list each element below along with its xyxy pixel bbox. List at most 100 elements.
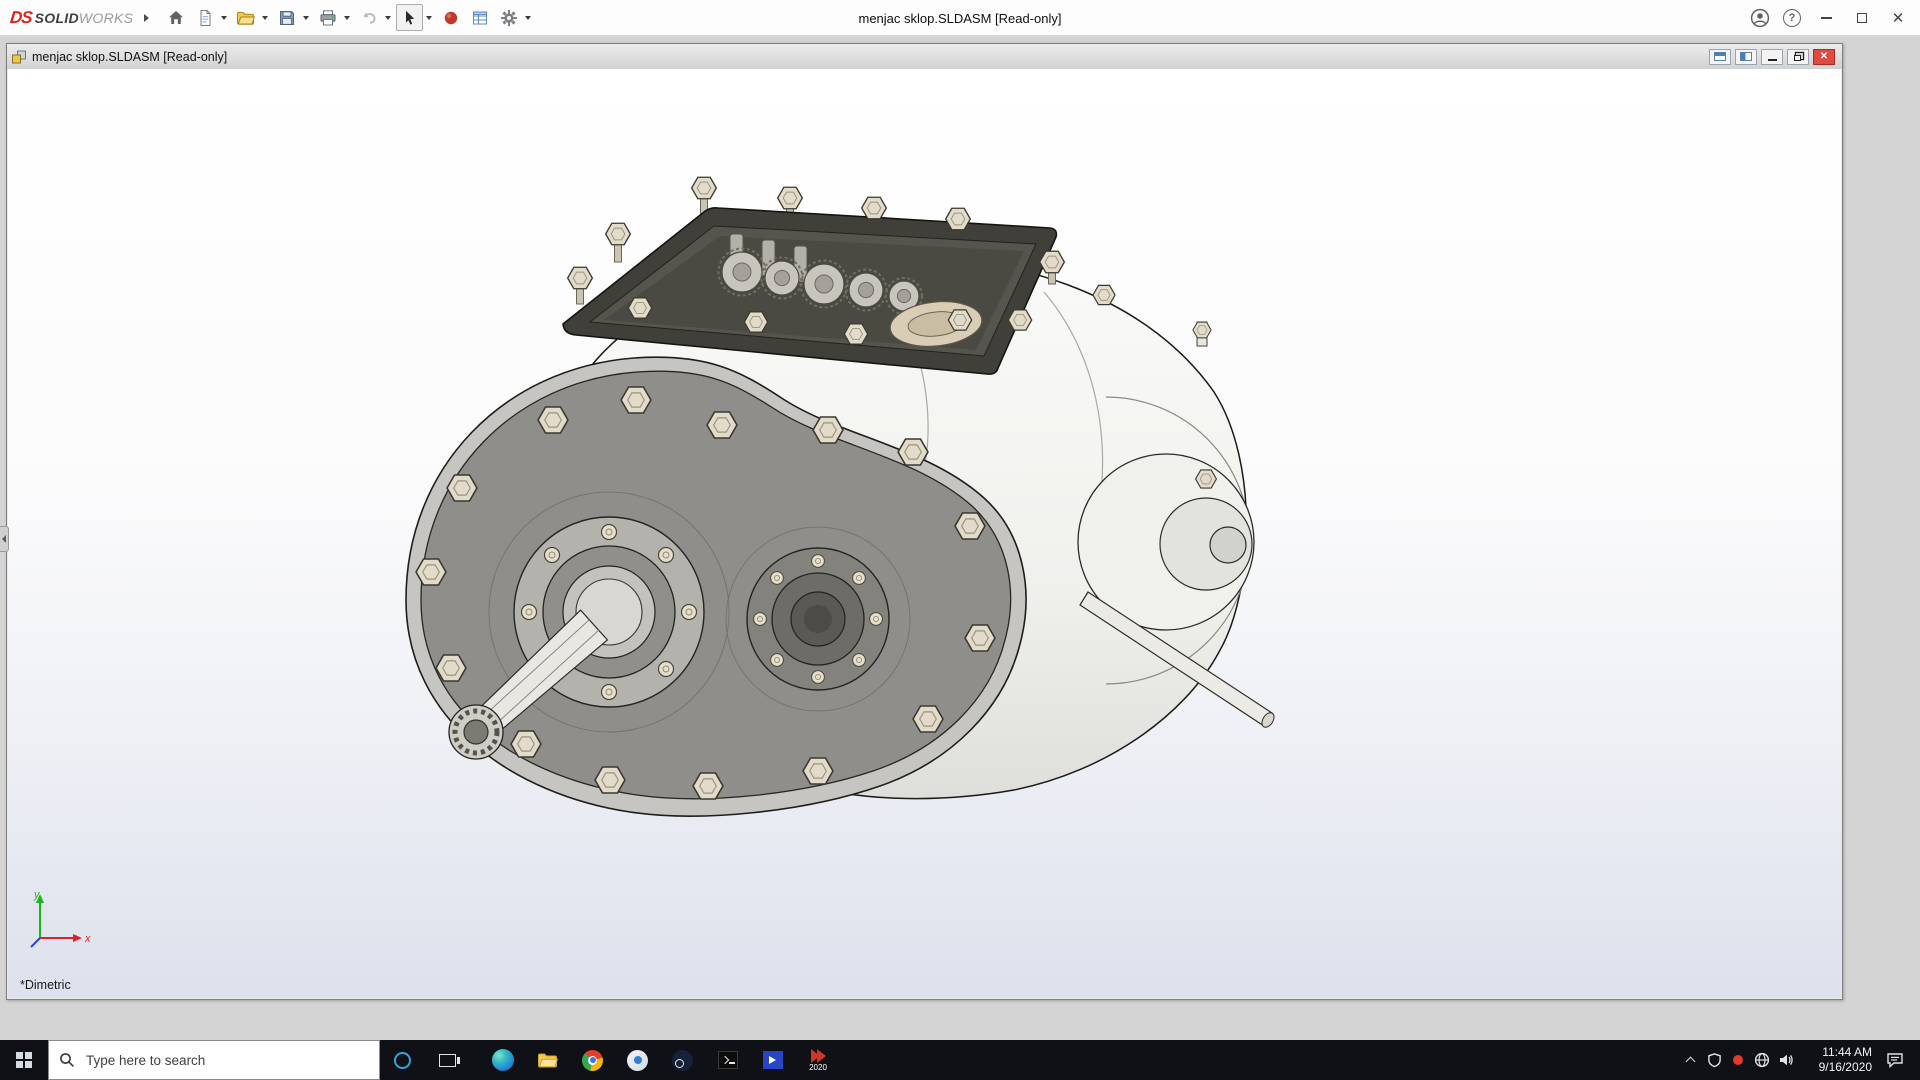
media-player-icon <box>762 1051 783 1069</box>
doc-new-window-button[interactable] <box>1709 48 1731 65</box>
graphics-viewport[interactable]: y x *Dimetric <box>8 69 1841 998</box>
file-explorer-button[interactable] <box>525 1040 570 1080</box>
pinned-apps: 2020 <box>480 1040 841 1080</box>
restore-icon <box>1793 54 1801 61</box>
doc-minimize-button[interactable] <box>1761 48 1783 65</box>
solidworks-year-label: 2020 <box>809 1062 827 1072</box>
orientation-triad: y x <box>26 886 96 950</box>
main-titlebar: DS SOLID WORKS menjac sklop.SLDASM [Read… <box>0 0 1920 36</box>
solidworks-icon <box>810 1048 826 1063</box>
window-split-icon <box>1740 52 1752 61</box>
user-account-icon <box>1750 8 1770 27</box>
open-folder-icon <box>237 11 256 25</box>
edge-button[interactable] <box>480 1040 525 1080</box>
minimize-icon <box>1820 16 1832 19</box>
photos-icon <box>627 1049 648 1071</box>
chrome-button[interactable] <box>570 1040 615 1080</box>
select-arrow-icon <box>405 10 414 25</box>
maximize-icon <box>1857 12 1867 23</box>
new-document-dropdown[interactable] <box>218 4 230 31</box>
close-icon: ✕ <box>1891 9 1905 27</box>
minimize-button[interactable] <box>1808 0 1844 36</box>
featuremanager-collapse-tab[interactable] <box>0 526 9 552</box>
gear-icon <box>500 9 517 26</box>
network-globe-icon <box>1754 1052 1770 1068</box>
home-button[interactable] <box>162 4 189 31</box>
dassault-logo: DS <box>9 7 33 27</box>
cortana-button[interactable] <box>380 1040 425 1080</box>
select-tool-dropdown[interactable] <box>423 4 435 31</box>
close-icon: ✕ <box>1819 51 1829 62</box>
table-grid-icon <box>472 11 487 24</box>
z-axis <box>30 937 41 948</box>
chrome-icon <box>582 1049 603 1071</box>
edge-icon <box>491 1049 514 1071</box>
open-button[interactable] <box>232 4 259 31</box>
brand-solid: SOLID <box>34 9 79 26</box>
volume-tray-button[interactable] <box>1774 1040 1798 1080</box>
client-area: menjac sklop.SLDASM [Read-only] ✕ y x *D… <box>0 36 1920 1040</box>
chevron-up-icon <box>1685 1056 1695 1067</box>
select-tool-button[interactable] <box>396 4 424 31</box>
new-document-icon <box>200 9 211 26</box>
maximize-button[interactable] <box>1844 0 1880 36</box>
windows-taskbar: 2020 11:44 AM 9/16/2020 <box>0 1040 1920 1080</box>
undo-dropdown[interactable] <box>382 4 394 31</box>
radeon-tray-button[interactable] <box>1726 1040 1750 1080</box>
new-document-button[interactable] <box>191 4 218 31</box>
taskbar-clock[interactable]: 11:44 AM 9/16/2020 <box>1798 1040 1876 1080</box>
undo-button[interactable] <box>355 4 382 31</box>
search-icon <box>60 1053 74 1067</box>
design-table-button[interactable] <box>466 4 493 31</box>
quick-access-toolbar <box>161 4 535 31</box>
save-button[interactable] <box>273 4 300 31</box>
task-view-icon <box>439 1053 460 1067</box>
secondary-bearing-boss[interactable] <box>746 547 890 691</box>
save-icon <box>279 10 294 25</box>
help-button[interactable]: ? <box>1776 0 1808 36</box>
steam-icon <box>672 1049 693 1071</box>
chevron-left-icon <box>2 535 6 543</box>
x-axis-label: x <box>84 933 91 945</box>
clock-date: 9/16/2020 <box>1818 1060 1872 1074</box>
chevron-down-icon <box>525 15 532 20</box>
doc-restore-button[interactable] <box>1787 48 1809 65</box>
account-button[interactable] <box>1744 0 1776 36</box>
open-dropdown[interactable] <box>259 4 271 31</box>
print-dropdown[interactable] <box>341 4 353 31</box>
solidworks-taskbar-button[interactable]: 2020 <box>795 1040 841 1080</box>
chevron-down-icon <box>262 15 269 20</box>
windows-logo-icon <box>16 1052 32 1068</box>
undo-icon <box>363 11 376 24</box>
photos-button[interactable] <box>615 1040 660 1080</box>
gearbox-model[interactable] <box>404 172 1284 832</box>
taskbar-search[interactable] <box>48 1040 380 1080</box>
task-view-button[interactable] <box>425 1040 470 1080</box>
document-window: menjac sklop.SLDASM [Read-only] ✕ y x *D… <box>6 43 1843 1000</box>
steam-button[interactable] <box>660 1040 705 1080</box>
show-hidden-icons-button[interactable] <box>1678 1040 1702 1080</box>
search-input[interactable] <box>84 1051 379 1069</box>
network-tray-button[interactable] <box>1750 1040 1774 1080</box>
titlebar-right-controls: ? ✕ <box>1744 0 1916 36</box>
options-dropdown[interactable] <box>522 4 534 31</box>
print-icon <box>320 9 336 25</box>
security-tray-button[interactable] <box>1702 1040 1726 1080</box>
close-button[interactable]: ✕ <box>1880 0 1916 36</box>
doc-close-button[interactable]: ✕ <box>1813 48 1835 65</box>
doc-tile-vertical-button[interactable] <box>1735 48 1757 65</box>
document-titlebar[interactable]: menjac sklop.SLDASM [Read-only] ✕ <box>7 44 1842 69</box>
toolbar-expand-arrow[interactable] <box>139 5 153 31</box>
movies-tv-button[interactable] <box>750 1040 795 1080</box>
options-button[interactable] <box>495 4 522 31</box>
start-button[interactable] <box>0 1040 48 1080</box>
red-sphere-icon <box>444 11 457 24</box>
action-center-button[interactable] <box>1876 1040 1914 1080</box>
terminal-button[interactable] <box>705 1040 750 1080</box>
document-window-controls: ✕ <box>1709 48 1838 65</box>
appearance-button[interactable] <box>437 4 464 31</box>
print-button[interactable] <box>314 4 341 31</box>
save-dropdown[interactable] <box>300 4 312 31</box>
assembly-document-icon <box>12 50 26 63</box>
window-tile-icon <box>1714 52 1726 61</box>
